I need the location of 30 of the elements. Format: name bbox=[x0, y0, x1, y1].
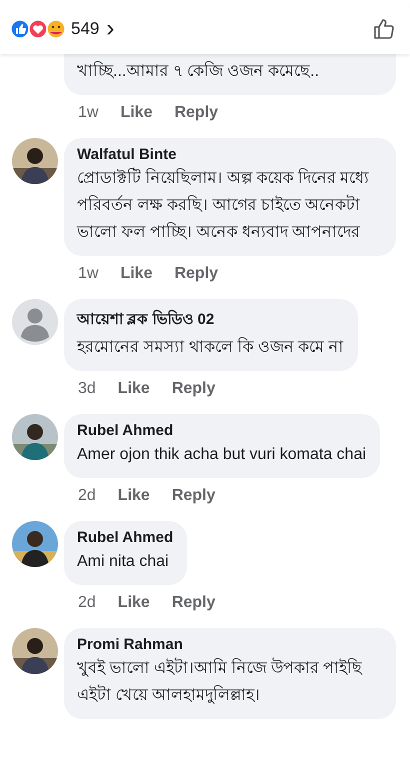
reply-link[interactable]: Reply bbox=[172, 487, 216, 505]
comment-text: খুবই ভালো এইটা।আমি নিজে উপকার পাইছি এইটা খেয়ে আলহামদুলিল্লাহ। bbox=[77, 655, 382, 709]
like-link[interactable]: Like bbox=[120, 265, 152, 283]
author-name[interactable]: Rubel Ahmed bbox=[77, 422, 366, 439]
like-link[interactable]: Like bbox=[118, 594, 150, 612]
comment-text: Amer ojon thik acha but vuri komata chai bbox=[77, 445, 366, 465]
like-link[interactable]: Like bbox=[118, 487, 150, 505]
reply-link[interactable]: Reply bbox=[174, 104, 218, 122]
like-link[interactable]: Like bbox=[120, 104, 152, 122]
reaction-count[interactable]: 549 bbox=[71, 19, 100, 39]
author-name[interactable]: আয়েশা ব্লক ভিডিও 02 bbox=[77, 307, 344, 332]
reply-link[interactable]: Reply bbox=[172, 594, 216, 612]
comment-text: খাচ্ছি...আমার ৭ কেজি ওজন কমেছে.. bbox=[77, 60, 320, 82]
comment-time: 3d bbox=[78, 380, 96, 398]
chevron-icon[interactable]: › bbox=[106, 17, 114, 41]
comment-time: 1w bbox=[78, 265, 98, 283]
default-avatar-icon bbox=[12, 299, 58, 345]
author-name[interactable]: Promi Rahman bbox=[77, 636, 382, 653]
author-name[interactable]: Walfatul Binte bbox=[77, 146, 382, 163]
like-link[interactable]: Like bbox=[118, 380, 150, 398]
comment-text: Ami nita chai bbox=[77, 552, 170, 572]
like-icon[interactable] bbox=[372, 17, 396, 41]
reply-link[interactable]: Reply bbox=[172, 380, 216, 398]
author-name[interactable]: Rubel Ahmed bbox=[77, 529, 174, 546]
comment-text: হরমোনের সমস্যা থাকলে কি ওজন কমে না bbox=[77, 336, 344, 358]
comment-time: 2d bbox=[78, 487, 96, 505]
comment-text: প্রোডাক্টটি নিয়েছিলাম। অল্প কয়েক দিনের মধ্যে পরিবর্তন লক্ষ করছি। আগের চাইতে অনেকটা ভালো ফল পাচ্ছি। অনেক ধন্যবাদ আপনাদের bbox=[77, 165, 382, 246]
comment-time: 2d bbox=[78, 594, 96, 612]
comment-time: 1w bbox=[78, 104, 98, 122]
reply-link[interactable]: Reply bbox=[174, 265, 218, 283]
